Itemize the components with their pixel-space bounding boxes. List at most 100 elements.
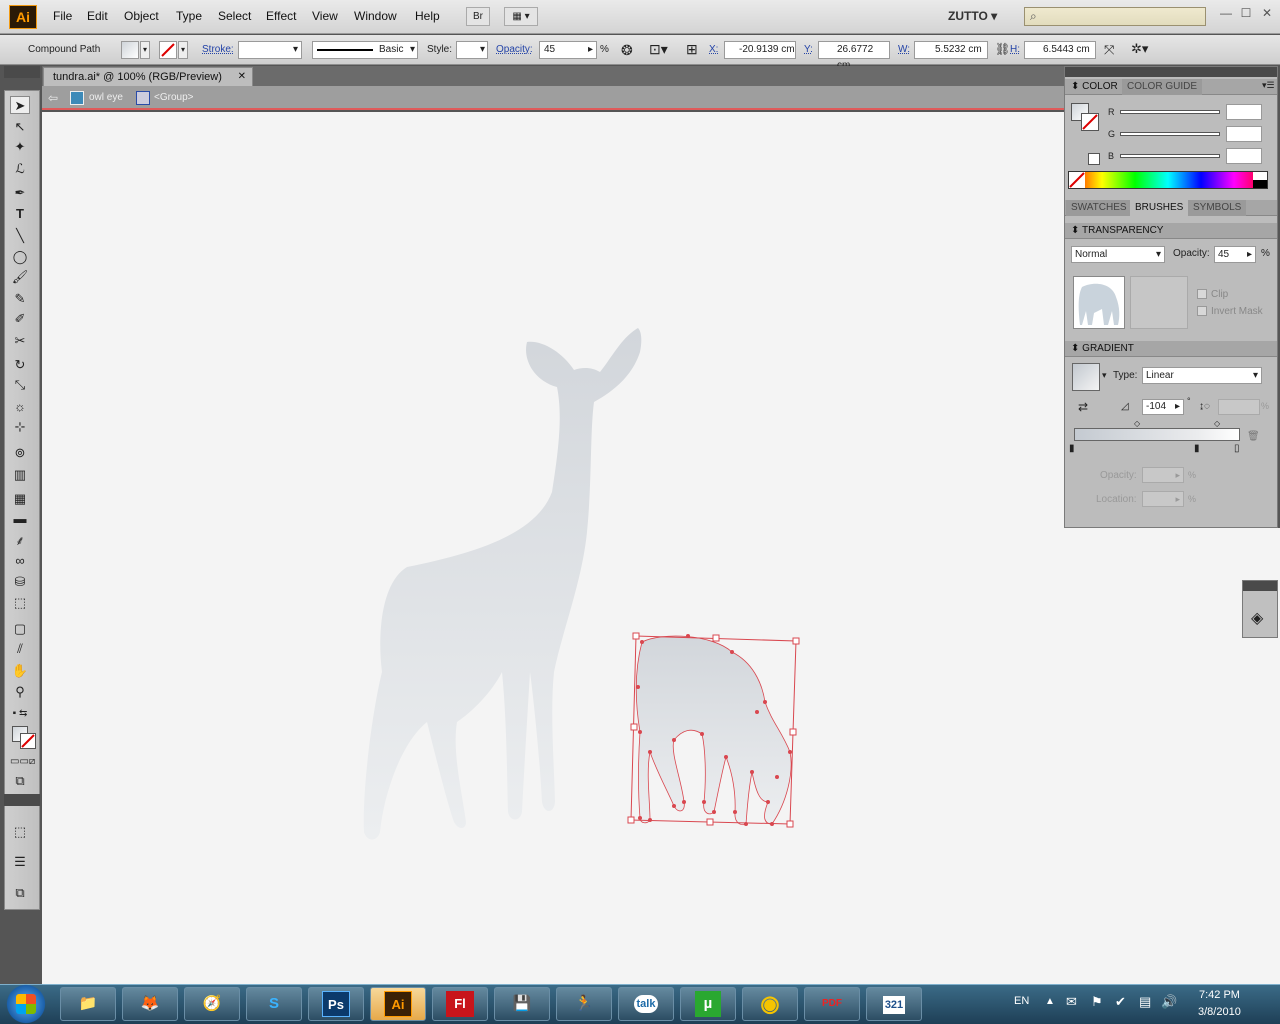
paintbrush-tool-icon[interactable]: 🖌 xyxy=(10,268,30,286)
r-field[interactable] xyxy=(1226,104,1262,120)
y-label[interactable]: Y: xyxy=(804,44,813,55)
taskbar-explorer[interactable]: 📁 xyxy=(60,987,116,1021)
b-slider[interactable] xyxy=(1120,154,1220,158)
stop-location-field[interactable]: ▸ xyxy=(1142,491,1184,507)
x-label[interactable]: X: xyxy=(709,44,718,55)
color-stop-1[interactable]: ▮ xyxy=(1069,443,1075,454)
line-tool-icon[interactable]: ╲ xyxy=(10,227,30,245)
scissors-tool-icon[interactable]: ✂ xyxy=(10,332,30,350)
align-panel-icon[interactable]: ☰ xyxy=(10,853,30,871)
panel-dock-header[interactable] xyxy=(1065,67,1277,77)
menu-window[interactable]: Window xyxy=(354,9,397,23)
tab-symbols[interactable]: SYMBOLS xyxy=(1188,200,1247,216)
last-color-icon[interactable] xyxy=(1088,153,1100,165)
tab-transparency[interactable]: ⬍ TRANSPARENCY xyxy=(1066,223,1168,239)
stroke-swatch-dropdown[interactable]: ▾ xyxy=(178,41,188,59)
clip-checkbox[interactable] xyxy=(1197,289,1207,299)
tab-gradient[interactable]: ⬍ GRADIENT xyxy=(1066,341,1139,357)
x-field[interactable]: -20.9139 cm xyxy=(724,41,796,59)
tray-volume-icon[interactable]: 🔊 xyxy=(1161,994,1177,1010)
w-label[interactable]: W: xyxy=(898,44,910,55)
pen-tool-icon[interactable]: ✒ xyxy=(10,184,30,202)
bridge-button[interactable]: Br xyxy=(466,7,490,26)
delete-stop-icon[interactable]: 🗑 xyxy=(1247,431,1260,442)
g-slider[interactable] xyxy=(1120,132,1220,136)
gradient-tool-icon[interactable]: ▬ xyxy=(10,510,30,528)
gradient-preview[interactable] xyxy=(1072,363,1100,391)
clock-time[interactable]: 7:42 PM xyxy=(1199,989,1240,1001)
stroke-swatch[interactable] xyxy=(159,41,177,59)
breadcrumb-layer[interactable]: owl eye xyxy=(89,92,123,103)
tray-network-icon[interactable]: ▤ xyxy=(1139,994,1151,1010)
r-slider[interactable] xyxy=(1120,110,1220,114)
hand-tool-icon[interactable]: ✋ xyxy=(10,662,30,680)
blend-mode-dropdown[interactable]: Normal ▾ xyxy=(1071,246,1165,263)
fill-dropdown[interactable]: ▾ xyxy=(140,41,150,59)
menu-view[interactable]: View xyxy=(312,9,338,23)
minimize-button[interactable]: — xyxy=(1217,6,1235,20)
b-field[interactable] xyxy=(1226,148,1262,164)
taskbar-mediaplayer[interactable]: 321 xyxy=(866,987,922,1021)
document-tab[interactable]: tundra.ai* @ 100% (RGB/Preview) ✕ xyxy=(43,67,253,86)
screen-mode-icon[interactable]: ⧉ xyxy=(10,772,30,790)
toolbox-header[interactable] xyxy=(4,66,40,78)
tray-gmail-icon[interactable]: ✉ xyxy=(1066,994,1077,1010)
panel-menu-icon[interactable]: ▾☰ xyxy=(1262,80,1275,91)
tab-color-guide[interactable]: COLOR GUIDE xyxy=(1122,79,1203,95)
clock-date[interactable]: 3/8/2010 xyxy=(1198,1006,1241,1018)
stop-opacity-field[interactable]: ▸ xyxy=(1142,467,1184,483)
menu-select[interactable]: Select xyxy=(218,9,251,23)
aspect-ratio-field[interactable] xyxy=(1218,399,1260,415)
default-fill-stroke-icon[interactable]: ▪ ⇆ xyxy=(10,705,30,723)
blend-tool-icon[interactable]: ∞ xyxy=(10,552,30,570)
transparency-thumbnail[interactable] xyxy=(1073,276,1125,329)
taskbar-gtalk[interactable]: talk xyxy=(618,987,674,1021)
taskbar-acrobat[interactable]: PDF xyxy=(804,987,860,1021)
ellipse-tool-icon[interactable]: ◯ xyxy=(10,248,30,266)
stroke-label[interactable]: Stroke: xyxy=(202,44,234,55)
artwork[interactable] xyxy=(42,112,1064,984)
free-transform-tool-icon[interactable]: ⊹ xyxy=(10,418,30,436)
pathfinder-panel-icon[interactable]: ⧉ xyxy=(10,884,30,902)
pencil-tool-icon[interactable]: ✎ xyxy=(10,290,30,308)
menu-object[interactable]: Object xyxy=(124,9,159,23)
arrange-documents-button[interactable]: ▦ ▾ xyxy=(504,7,538,26)
w-field[interactable]: 5.5232 cm xyxy=(914,41,988,59)
symbol-sprayer-tool-icon[interactable]: ⊚ xyxy=(10,444,30,462)
taskbar-chrome[interactable]: ◉ xyxy=(742,987,798,1021)
tab-swatches[interactable]: SWATCHES xyxy=(1066,200,1132,216)
color-gradient-none-icon[interactable]: ▭▭⧄ xyxy=(10,753,35,771)
gradient-preview-dropdown[interactable]: ▾ xyxy=(1102,370,1107,381)
transform-icon[interactable]: ⤧ xyxy=(1104,42,1114,58)
artboard-tool-icon[interactable]: ▢ xyxy=(10,620,30,638)
blob-brush-tool-icon[interactable]: ✐ xyxy=(10,310,30,328)
reference-point-icon[interactable]: ⊞ xyxy=(686,41,698,58)
taskbar-utorrent[interactable]: µ xyxy=(680,987,736,1021)
live-paint-bucket-tool-icon[interactable]: ⛁ xyxy=(10,573,30,591)
type-tool-icon[interactable]: T xyxy=(10,205,30,223)
color-spectrum[interactable] xyxy=(1068,171,1268,189)
illustrator-logo[interactable]: Ai xyxy=(9,5,37,29)
gradient-angle-field[interactable]: -104 ▸ xyxy=(1142,399,1184,415)
scale-tool-icon[interactable]: ⤡ xyxy=(10,376,30,394)
tray-flag-icon[interactable]: ⚑ xyxy=(1091,994,1103,1010)
h-field[interactable]: 6.5443 cm xyxy=(1024,41,1096,59)
taskbar-firefox[interactable]: 🦊 xyxy=(122,987,178,1021)
magic-wand-tool-icon[interactable]: ✦ xyxy=(10,138,30,156)
standing-deer-silhouette[interactable] xyxy=(363,328,642,840)
close-window-button[interactable]: ✕ xyxy=(1258,6,1276,20)
maximize-button[interactable]: ☐ xyxy=(1237,6,1255,20)
align-icon[interactable]: ⊡▾ xyxy=(649,41,668,58)
artboards-panel-icon[interactable]: ⬚ xyxy=(10,823,30,841)
menu-type[interactable]: Type xyxy=(176,9,202,23)
start-button[interactable] xyxy=(2,984,50,1024)
taskbar-photoshop[interactable]: Ps xyxy=(308,987,364,1021)
workspace-switcher[interactable]: ZUTTO ▾ xyxy=(948,9,997,23)
stroke-indicator[interactable] xyxy=(20,733,36,749)
layers-icon[interactable]: ◈ xyxy=(1251,608,1263,628)
midpoint-diamond-2[interactable]: ◇ xyxy=(1214,419,1220,428)
search-field[interactable]: ⌕ xyxy=(1024,7,1206,26)
language-indicator[interactable]: EN xyxy=(1014,995,1029,1007)
zoom-tool-icon[interactable]: ⚲ xyxy=(10,683,30,701)
menu-effect[interactable]: Effect xyxy=(266,9,296,23)
